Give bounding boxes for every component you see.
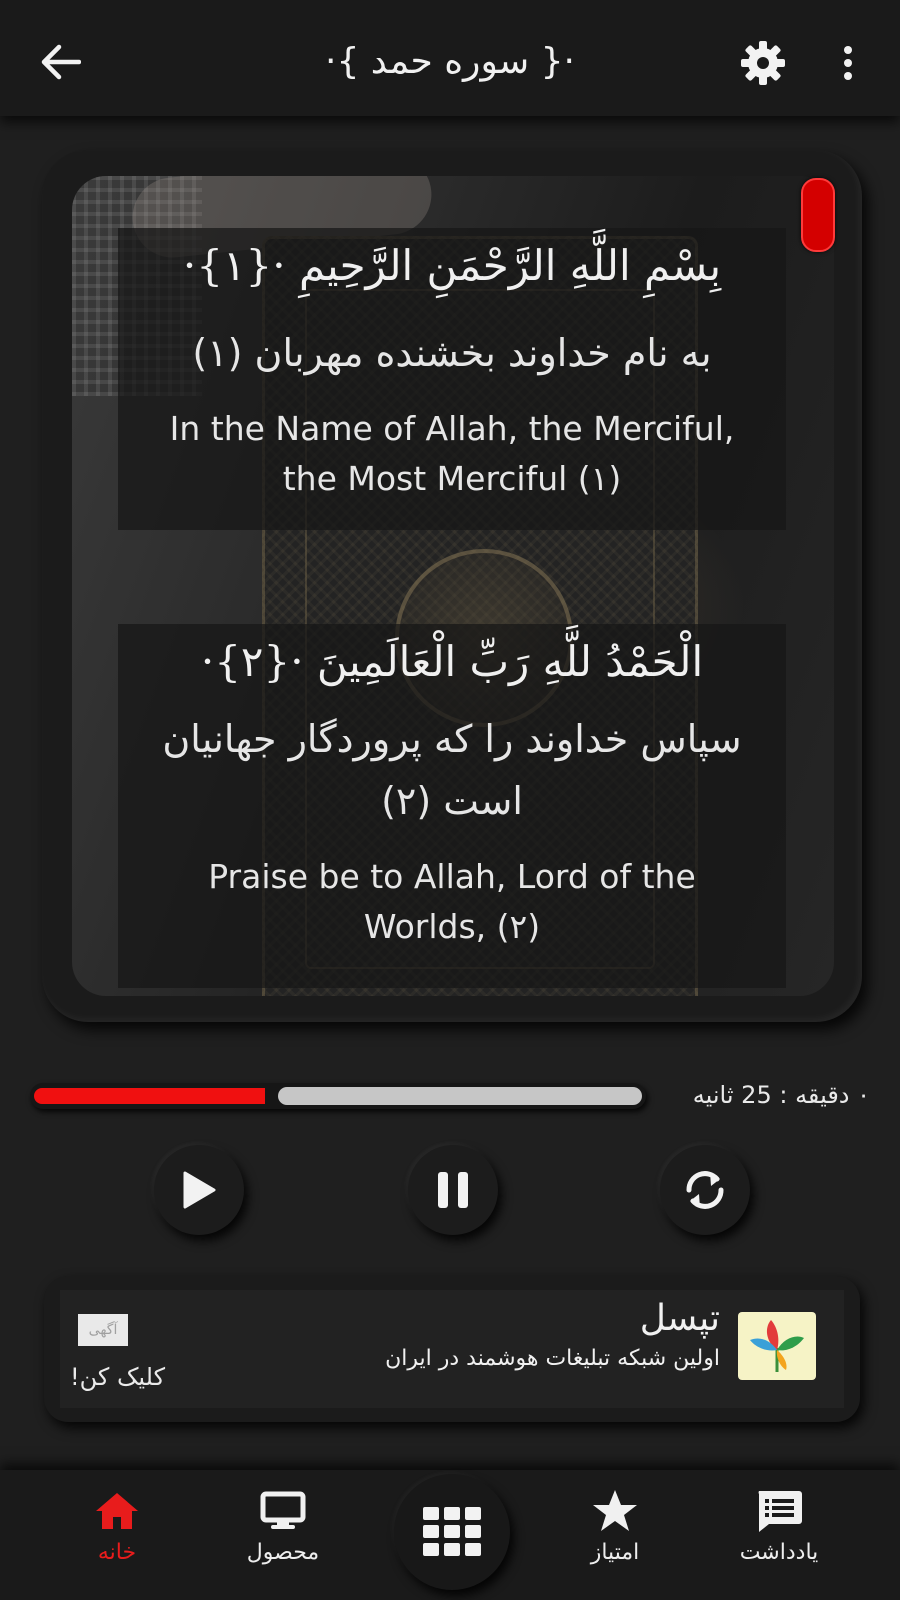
- nav-label-product: محصول: [246, 1540, 320, 1565]
- verse-english-translation: Praise be to Allah, Lord of the Worlds, …: [208, 857, 696, 946]
- ad-title: تپسل: [639, 1298, 720, 1339]
- play-button[interactable]: [154, 1145, 244, 1235]
- verse-item[interactable]: بِسْمِ اللَّهِ الرَّحْمَنِ الرَّحِيمِ ·{…: [118, 228, 786, 530]
- playback-time: ۰ دقیقه : 25 ثانیه: [692, 1081, 870, 1109]
- app-bar: ·{ سوره حمد }·: [0, 0, 900, 116]
- nav-item-product[interactable]: محصول: [208, 1480, 358, 1590]
- progress-fill: [34, 1088, 265, 1104]
- gear-icon: [741, 41, 785, 85]
- star-icon: [593, 1490, 637, 1531]
- pause-button[interactable]: [408, 1145, 498, 1235]
- pause-icon: [438, 1172, 468, 1208]
- home-icon: [96, 1493, 138, 1529]
- ad-subtitle: اولین شبکه تبلیغات هوشمند در ایران: [385, 1346, 720, 1371]
- grid-icon: [423, 1507, 481, 1556]
- nav-item-score[interactable]: امتیاز: [540, 1480, 690, 1590]
- page-title: ·{ سوره حمد }·: [325, 41, 575, 82]
- arrow-left-icon: [41, 44, 81, 80]
- ad-cta-link[interactable]: کلیک کن!: [70, 1360, 220, 1394]
- verse-persian-translation: به نام خداوند بخشنده مهربان (۱): [192, 331, 712, 375]
- flower-logo-icon: [750, 1320, 804, 1372]
- verse-arabic-text: بِسْمِ اللَّهِ الرَّحْمَنِ الرَّحِيمِ ·{…: [182, 241, 722, 290]
- nav-item-home[interactable]: خانه: [42, 1480, 192, 1590]
- nav-label-home: خانه: [97, 1540, 137, 1565]
- scrollbar-thumb[interactable]: [801, 178, 835, 252]
- progress-remaining: [278, 1087, 642, 1105]
- more-options-button[interactable]: [828, 32, 868, 94]
- play-icon: [183, 1171, 216, 1209]
- message-notes-icon: [758, 1491, 802, 1532]
- verse-persian-translation: سپاس خداوند را که پروردگار جهانیان است (…: [162, 717, 742, 823]
- nav-item-notes[interactable]: یادداشت: [704, 1480, 854, 1590]
- verse-english-translation: In the Name of Allah, the Merciful, the …: [169, 409, 735, 498]
- monitor-icon: [260, 1491, 306, 1529]
- apps-grid-button[interactable]: [394, 1474, 510, 1590]
- ad-badge: آگهی: [78, 1314, 128, 1346]
- ad-logo: [738, 1312, 816, 1380]
- verse-arabic-text: الْحَمْدُ للَّهِ رَبِّ الْعَالَمِينَ ·{۲…: [200, 637, 704, 686]
- repeat-icon: [686, 1171, 724, 1209]
- more-vertical-icon: [844, 46, 852, 80]
- nav-label-notes: یادداشت: [739, 1540, 819, 1565]
- back-button[interactable]: [28, 32, 92, 92]
- repeat-button[interactable]: [660, 1145, 750, 1235]
- verse-item[interactable]: الْحَمْدُ للَّهِ رَبِّ الْعَالَمِينَ ·{۲…: [118, 624, 786, 988]
- nav-label-score: امتیاز: [590, 1540, 640, 1565]
- settings-button[interactable]: [732, 32, 794, 94]
